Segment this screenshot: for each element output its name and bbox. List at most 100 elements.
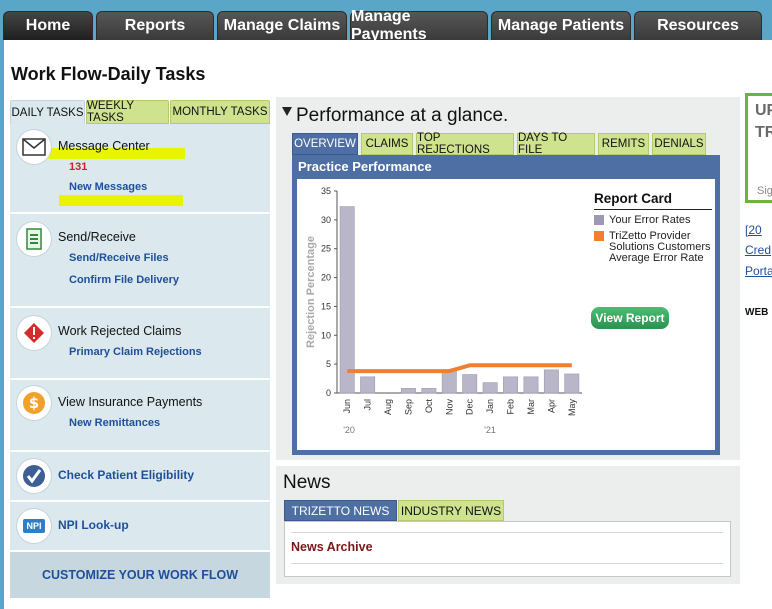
- primary-claim-rejections-link[interactable]: Primary Claim Rejections: [69, 346, 202, 358]
- npi-icon-label: NPI: [23, 519, 45, 533]
- right-portal-link[interactable]: Porta: [745, 264, 772, 278]
- dollar-icon: $: [17, 386, 51, 420]
- warning-icon: [17, 316, 51, 350]
- patient-eligibility-link[interactable]: Check Patient Eligibility: [58, 468, 194, 482]
- legend-swatch-average-rate: [594, 231, 604, 241]
- nav-tab-manage-claims[interactable]: Manage Claims: [217, 11, 347, 40]
- legend-swatch-error-rates: [594, 215, 604, 225]
- tab-industry-news[interactable]: INDUSTRY NEWS: [398, 500, 504, 521]
- promo-text: TR: [755, 124, 772, 141]
- tab-top-rejections[interactable]: TOP REJECTIONS: [416, 132, 514, 156]
- x-tick-label: Nov: [444, 399, 454, 416]
- legend-label-error-rates: Your Error Rates: [609, 214, 691, 226]
- insurance-payments-title[interactable]: View Insurance Payments: [58, 395, 202, 409]
- report-card-title: Report Card: [594, 191, 673, 206]
- y-tick-label: 30: [321, 215, 331, 225]
- task-send-receive: Send/Receive Send/Receive Files Confirm …: [10, 214, 270, 308]
- x-tick-label: May: [567, 399, 577, 417]
- x-tick-label: Apr: [546, 399, 556, 413]
- chart-bar: [462, 374, 478, 394]
- collapse-arrow-icon[interactable]: [282, 107, 292, 116]
- npi-lookup-link[interactable]: NPI Look-up: [58, 518, 129, 532]
- chart-bar: [503, 376, 518, 394]
- y-tick-label: 35: [321, 186, 331, 196]
- nav-tab-manage-patients[interactable]: Manage Patients: [491, 11, 631, 40]
- envelope-icon: [17, 130, 51, 164]
- confirm-file-delivery-link[interactable]: Confirm File Delivery: [69, 274, 179, 286]
- x-tick-label: Oct: [424, 399, 434, 414]
- year-label: '21: [484, 425, 496, 435]
- news-title: News: [283, 472, 331, 493]
- nav-tab-resources[interactable]: Resources: [634, 11, 762, 40]
- tab-days-to-file[interactable]: DAYS TO FILE: [517, 132, 595, 156]
- task-npi-lookup: NPI NPI Look-up: [10, 502, 270, 552]
- view-report-button[interactable]: View Report: [591, 307, 669, 329]
- chart-bar: [401, 388, 416, 394]
- tab-overview[interactable]: OVERVIEW: [292, 133, 358, 155]
- nav-tab-manage-payments[interactable]: Manage Payments: [350, 8, 488, 43]
- practice-performance-content: 0 5 10 15 20 25 30 35 Rejection Percentage Jun Jul…: [297, 179, 715, 450]
- customize-workflow-button[interactable]: CUSTOMIZE YOUR WORK FLOW: [10, 552, 270, 598]
- y-tick-label: 25: [321, 244, 331, 254]
- year-label: '20: [343, 425, 355, 435]
- message-center-title[interactable]: Message Center: [58, 139, 150, 153]
- page-title: Work Flow-Daily Tasks: [11, 64, 206, 84]
- file-transfer-icon: [17, 222, 51, 256]
- new-messages-link[interactable]: New Messages: [69, 181, 147, 193]
- x-tick-label: Dec: [465, 399, 475, 416]
- left-accent-bar: [0, 40, 4, 609]
- performance-panel: Performance at a glance. OVERVIEW CLAIMS…: [276, 97, 740, 460]
- svg-text:$: $: [29, 394, 39, 412]
- tab-monthly-tasks[interactable]: MONTHLY TASKS: [170, 100, 270, 124]
- tasks-panel: DAILY TASKS WEEKLY TASKS MONTHLY TASKS M…: [10, 100, 270, 598]
- x-tick-label: Feb: [506, 399, 516, 415]
- send-receive-title[interactable]: Send/Receive: [58, 230, 136, 244]
- send-receive-files-link[interactable]: Send/Receive Files: [69, 252, 169, 264]
- x-tick-label: Mar: [526, 399, 536, 415]
- news-divider: [291, 563, 723, 564]
- news-divider: [291, 532, 723, 533]
- task-rejected-claims: Work Rejected Claims Primary Claim Rejec…: [10, 308, 270, 380]
- chart-bar: [482, 382, 498, 394]
- task-insurance-payments: $ View Insurance Payments New Remittance…: [10, 380, 270, 452]
- right-credentials-link[interactable]: Cred: [745, 243, 771, 257]
- performance-title: Performance at a glance.: [296, 105, 509, 126]
- chart-bar: [339, 206, 355, 394]
- tab-claims[interactable]: CLAIMS: [361, 133, 413, 155]
- right-web-label: WEB: [745, 307, 769, 318]
- y-tick-label: 15: [321, 301, 331, 311]
- nav-tab-home[interactable]: Home: [3, 11, 93, 40]
- rejection-chart: 0 5 10 15 20 25 30 35 Rejection Percentage Jun Jul…: [305, 186, 582, 435]
- chart-bar: [441, 369, 457, 394]
- y-tick-label: 5: [326, 359, 331, 369]
- x-tick-label: Sep: [403, 399, 413, 415]
- x-tick-label: Jul: [363, 399, 373, 411]
- chart-bar: [360, 376, 376, 394]
- top-navigation: Home Reports Manage Claims Manage Paymen…: [0, 0, 772, 43]
- tab-weekly-tasks[interactable]: WEEKLY TASKS: [86, 100, 169, 124]
- highlight-mark: [59, 195, 183, 206]
- npi-icon: NPI: [17, 509, 51, 543]
- practice-performance-title: Practice Performance: [298, 159, 432, 174]
- promo-text: UP: [755, 102, 772, 119]
- y-tick-label: 10: [321, 330, 331, 340]
- news-panel: News TRIZETTO NEWS INDUSTRY NEWS News Ar…: [276, 466, 740, 584]
- task-message-center: Message Center 131 New Messages: [10, 124, 270, 214]
- chart-bar: [421, 388, 437, 394]
- right-image-link[interactable]: [20: [745, 223, 762, 237]
- new-remittances-link[interactable]: New Remittances: [69, 417, 160, 429]
- promo-banner[interactable]: UP TR Sig: [745, 93, 772, 203]
- chart-bar: [564, 373, 580, 394]
- nav-tab-reports[interactable]: Reports: [96, 11, 214, 40]
- tab-denials[interactable]: DENIALS: [652, 133, 706, 155]
- message-count: 131: [69, 161, 88, 173]
- news-archive-link[interactable]: News Archive: [291, 540, 373, 554]
- tab-trizetto-news[interactable]: TRIZETTO NEWS: [284, 500, 397, 521]
- rejected-claims-title[interactable]: Work Rejected Claims: [58, 324, 181, 338]
- checkmark-icon: [17, 459, 51, 493]
- tab-daily-tasks[interactable]: DAILY TASKS: [10, 100, 85, 124]
- legend-label-average-rate: TriZetto Provider Solutions Customers Av…: [609, 230, 711, 264]
- task-patient-eligibility: Check Patient Eligibility: [10, 452, 270, 502]
- tab-remits[interactable]: REMITS: [598, 133, 649, 155]
- chart-bar: [523, 376, 539, 394]
